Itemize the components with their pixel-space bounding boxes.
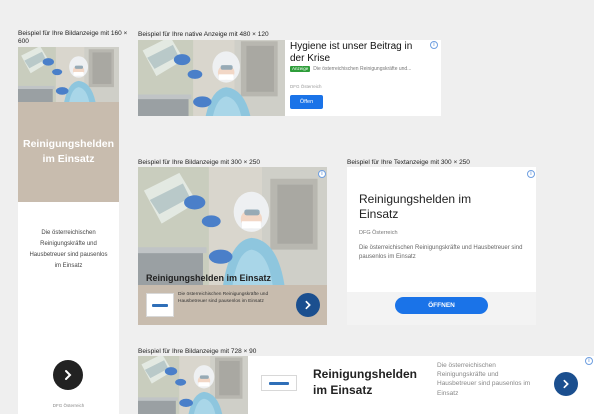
open-button[interactable]: ÖFFNEN <box>395 297 488 314</box>
ad-native-480x120[interactable]: Hygiene ist unser Beitrag in der Krise A… <box>138 40 441 116</box>
ad-photo <box>138 356 248 414</box>
ad-photo <box>138 40 285 116</box>
info-icon[interactable]: i <box>527 170 535 178</box>
label-300x250-image: Beispiel für Ihre Bildanzeige mit 300 × … <box>138 159 260 166</box>
ad-headline: Reinigungshelden im Einsatz <box>146 273 272 283</box>
chevron-right-button[interactable] <box>554 372 578 396</box>
ad-headline: Hygiene ist unser Beitrag in der Krise <box>290 41 413 64</box>
ad-headline: Reinigungshelden im Einsatz <box>359 192 472 221</box>
ad-badge: Anzeige <box>290 66 311 72</box>
headline-banner: Reinigungshelden im Einsatz <box>18 102 119 202</box>
chevron-right-icon <box>305 300 311 310</box>
chevron-right-icon <box>563 379 569 389</box>
brand-logo <box>261 375 297 391</box>
ad-description: Die österreichischen Reinigungskräfte un… <box>437 362 531 397</box>
advertiser-name: DFG Österreich <box>52 403 85 408</box>
ad-description: Die österreichischen Reinigungskräfte un… <box>313 66 412 72</box>
label-480x120: Beispiel für Ihre native Anzeige mit 480… <box>138 31 269 38</box>
ad-headline: Reinigungshelden im Einsatz <box>313 367 418 397</box>
info-icon[interactable]: i <box>585 357 593 365</box>
chevron-right-icon <box>65 370 72 380</box>
advertiser-name: DFG Österreich <box>290 84 322 89</box>
advertiser-name: DFG Österreich <box>359 230 398 236</box>
label-160x600: Beispiel für Ihre Bildanzeige mit 160 × … <box>18 30 128 45</box>
ad-300x250-image[interactable]: Reinigungshelden im Einsatz Die österrei… <box>138 167 327 325</box>
ad-160x600[interactable]: Reinigungshelden im Einsatz Die österrei… <box>18 47 119 414</box>
ad-300x250-text[interactable]: Reinigungshelden im Einsatz DFG Österrei… <box>347 167 536 325</box>
ad-description: Die österreichischen Reinigungskräfte un… <box>178 292 269 304</box>
ad-meta: Anzeige Die österreichischen Reinigungsk… <box>290 66 425 73</box>
info-icon[interactable]: i <box>430 41 438 49</box>
info-icon[interactable]: i <box>318 170 326 178</box>
chevron-right-button[interactable] <box>53 360 83 390</box>
ad-description: Die österreichischen Reinigungskräfte un… <box>29 230 108 269</box>
label-728x90: Beispiel für Ihre Bildanzeige mit 728 × … <box>138 348 257 355</box>
ad-photo <box>138 167 327 285</box>
brand-logo <box>146 293 174 317</box>
chevron-right-button[interactable] <box>296 293 320 317</box>
ad-headline: Reinigungshelden im Einsatz <box>22 138 114 165</box>
ad-photo <box>18 47 119 102</box>
ad-description: Die österreichischen Reinigungskräfte un… <box>359 245 523 260</box>
open-button[interactable]: Öffen <box>290 95 323 109</box>
label-300x250-text: Beispiel für Ihre Textanzeige mit 300 × … <box>347 159 470 166</box>
ad-728x90[interactable]: Reinigungshelden im Einsatz Die österrei… <box>138 356 594 414</box>
